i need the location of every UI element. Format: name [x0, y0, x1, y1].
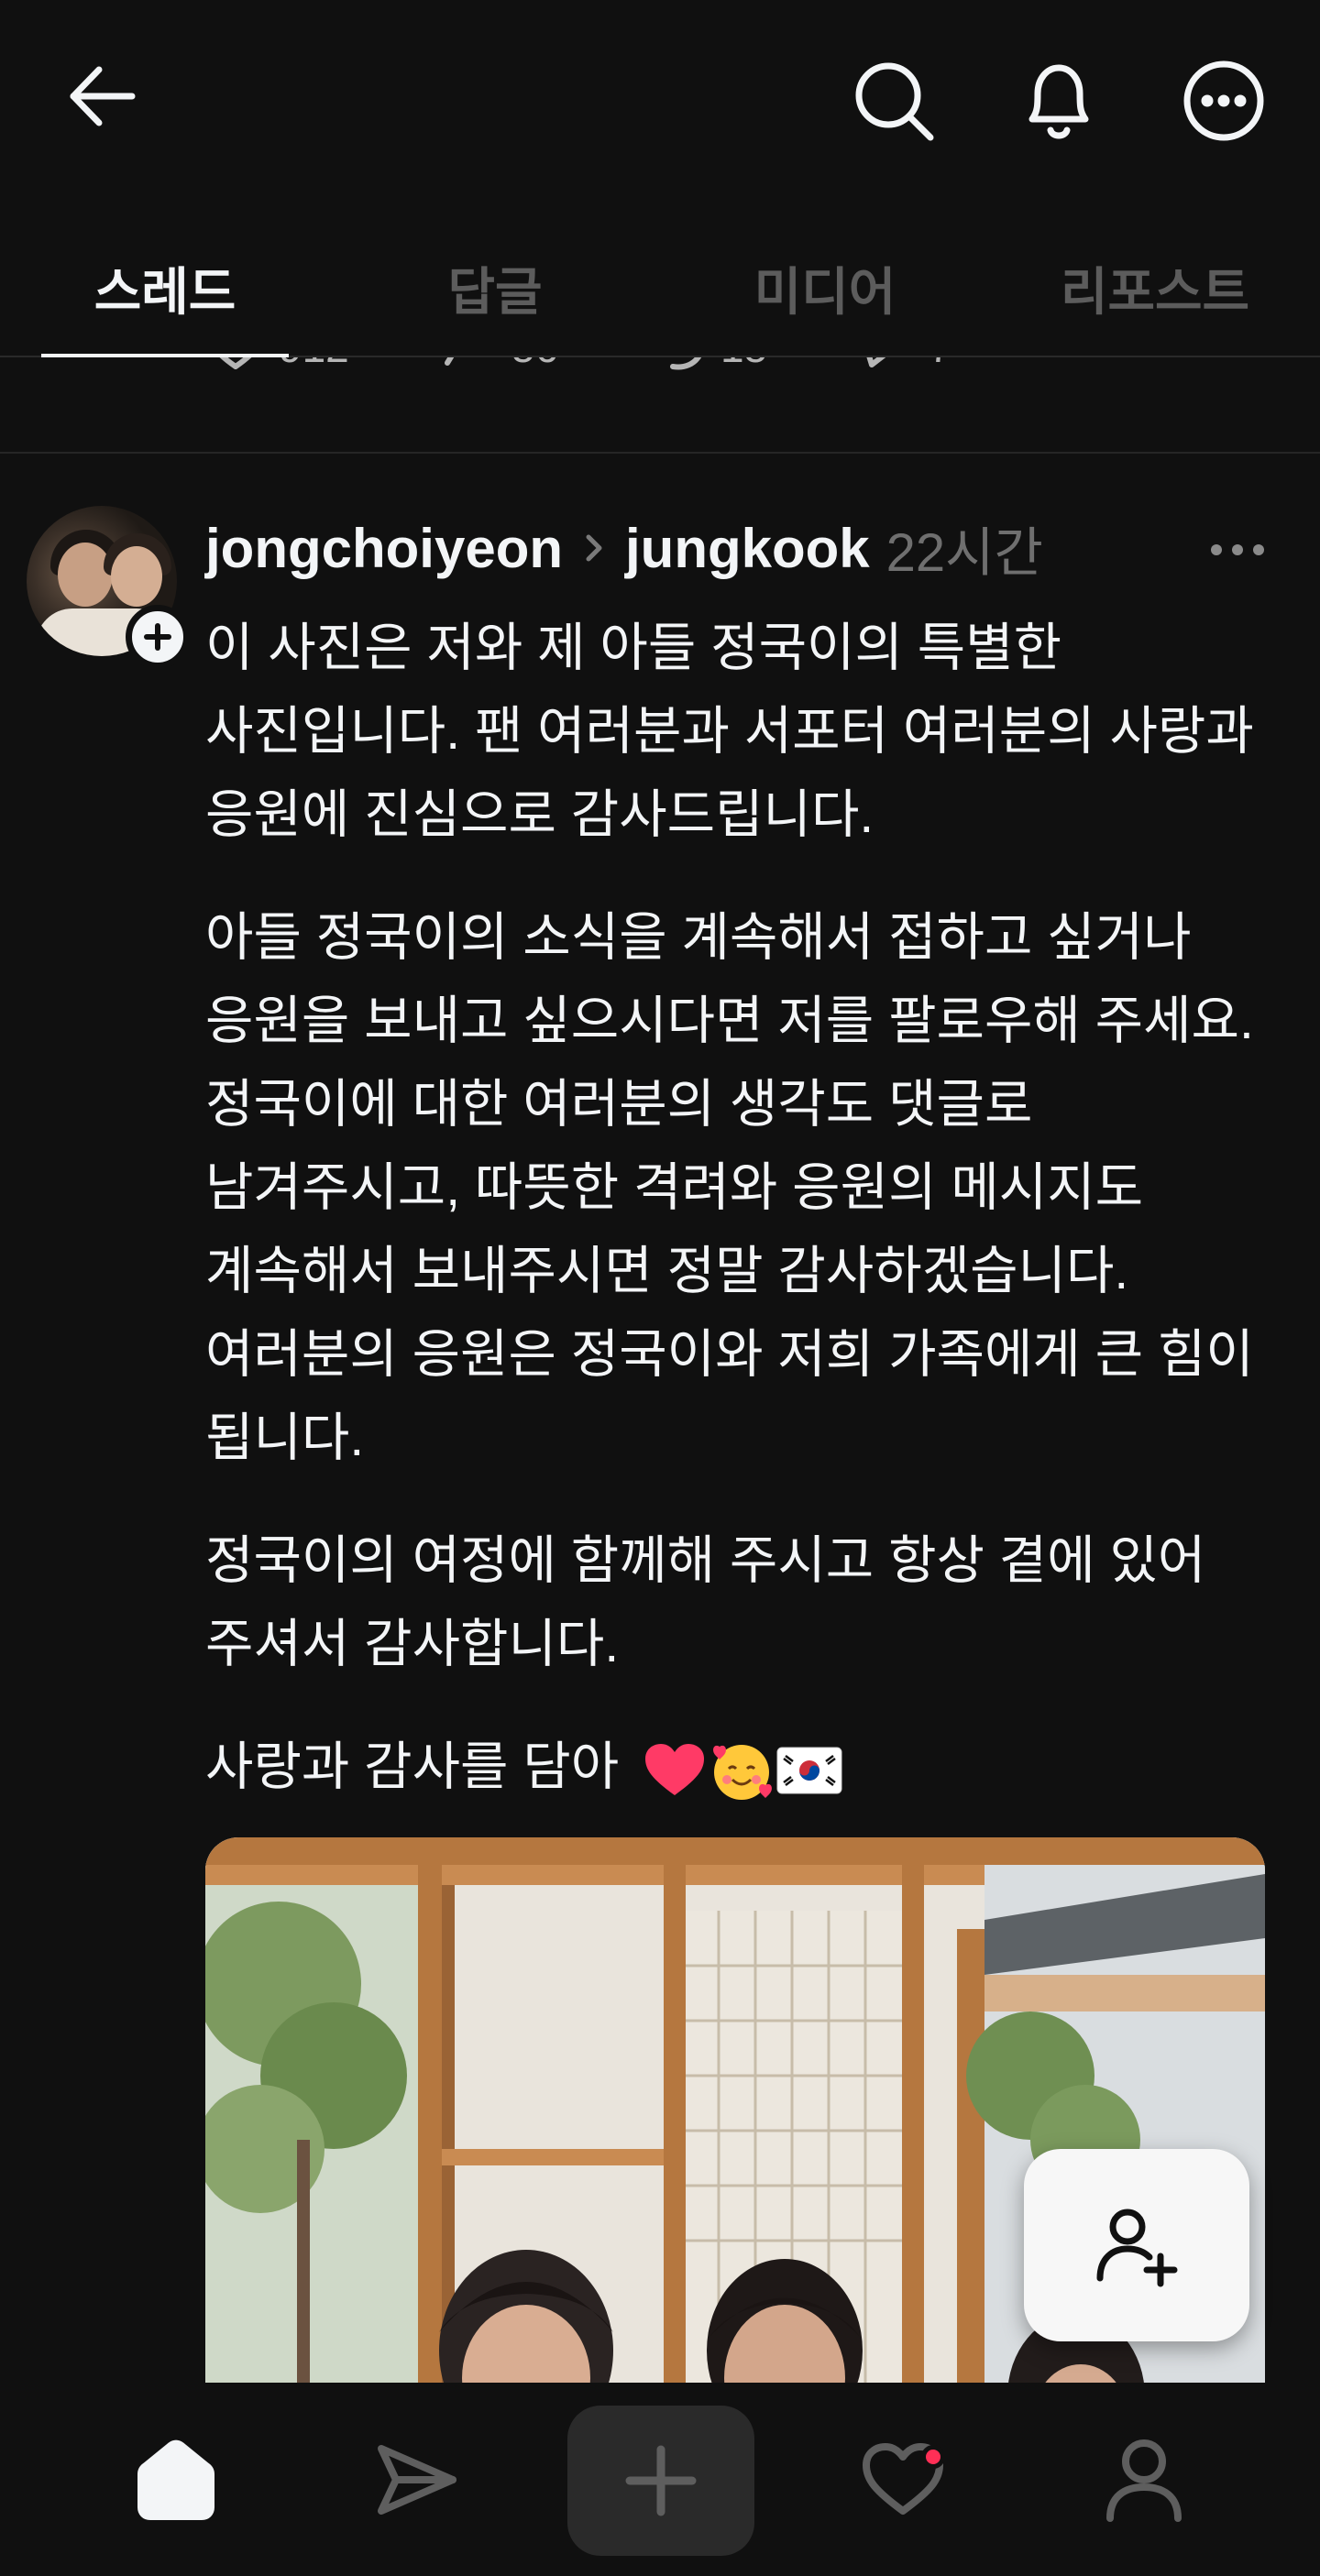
notification-badge	[921, 2445, 945, 2469]
home-icon	[138, 2439, 214, 2520]
comment-action[interactable]: 56	[438, 357, 558, 372]
share-action[interactable]: 7	[855, 357, 952, 372]
post-paragraph: 이 사진은 저와 제 아들 정국이의 특별한 사진입니다. 팬 여러분과 서포터…	[205, 619, 1254, 844]
tab-reposts[interactable]: 리포스트	[990, 220, 1320, 356]
post-paragraph: 정국이의 여정에 함께해 주시고 항상 곁에 있어 주셔서 감사합니다.	[205, 1531, 1206, 1673]
post-body: 이 사진은 저와 제 아들 정국이의 특별한 사진입니다. 팬 여러분과 서포터…	[205, 607, 1278, 1846]
like-action[interactable]: 912	[205, 357, 349, 372]
top-bar	[0, 0, 1320, 197]
arrow-left-icon	[70, 66, 136, 126]
more-options-button[interactable]	[1178, 55, 1270, 147]
notifications-button[interactable]	[1013, 55, 1105, 147]
back-button[interactable]	[57, 57, 148, 136]
red-heart-icon	[645, 1743, 705, 1795]
emoji-group	[643, 1737, 842, 1803]
reply-to-username[interactable]: jungkook	[625, 517, 870, 580]
repost-icon	[670, 357, 702, 370]
compose-button[interactable]	[567, 2406, 754, 2556]
south-korea-flag-icon	[776, 1747, 842, 1794]
bell-icon	[1028, 64, 1089, 139]
send-icon	[378, 2444, 456, 2515]
tab-replies[interactable]: 답글	[330, 220, 660, 356]
repost-count: 15	[720, 357, 767, 372]
more-circle-icon	[1183, 60, 1264, 141]
send-icon	[866, 357, 886, 367]
closing-text: 사랑과 감사를 담아	[205, 1737, 620, 1796]
person-icon	[1106, 2439, 1182, 2522]
bottom-navigation	[0, 2383, 1320, 2576]
chevron-right-icon	[583, 530, 605, 566]
post-header: jongchoiyeon jungkook 22시간	[205, 515, 1043, 584]
nav-home[interactable]	[84, 2383, 268, 2576]
follow-plus-button[interactable]	[126, 605, 190, 669]
nav-profile[interactable]	[1052, 2383, 1236, 2576]
smiling-face-with-hearts-icon	[713, 1744, 773, 1800]
search-icon	[855, 62, 934, 141]
tab-threads[interactable]: 스레드	[0, 220, 330, 356]
floating-follow-button[interactable]	[1024, 2149, 1249, 2341]
post-closing: 사랑과 감사를 담아	[205, 1726, 1278, 1809]
nav-search[interactable]	[325, 2383, 509, 2576]
post-time: 22시간	[886, 523, 1043, 583]
previous-post-actions: 912 56 15 7	[0, 357, 1320, 454]
post-more-button[interactable]	[1201, 522, 1274, 577]
comment-icon	[445, 357, 455, 366]
like-count: 912	[279, 357, 349, 372]
author-username[interactable]: jongchoiyeon	[205, 517, 563, 580]
plus-icon	[144, 623, 171, 651]
post-paragraph: 아들 정국이의 소식을 계속해서 접하고 싶거나 응원을 보내고 싶으시다면 저…	[205, 908, 1254, 1467]
repost-action[interactable]: 15	[647, 357, 767, 372]
tab-media[interactable]: 미디어	[660, 220, 990, 356]
nav-activity[interactable]	[811, 2383, 995, 2576]
person-add-icon	[1096, 2209, 1178, 2287]
share-count: 7	[929, 357, 952, 372]
heart-icon	[219, 357, 252, 369]
search-button[interactable]	[848, 55, 940, 147]
more-horizontal-icon	[1211, 544, 1264, 555]
plus-icon	[625, 2445, 697, 2516]
profile-tabs: 스레드 답글 미디어 리포스트	[0, 220, 1320, 357]
comment-count: 56	[512, 357, 558, 372]
